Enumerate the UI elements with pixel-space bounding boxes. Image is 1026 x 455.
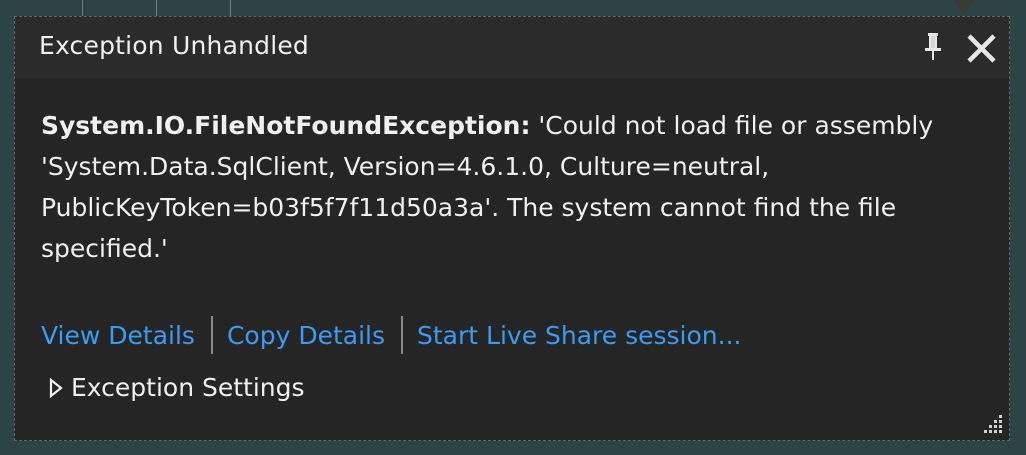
view-details-link[interactable]: View Details [41, 321, 195, 350]
popup-title: Exception Unhandled [39, 31, 309, 60]
pin-button[interactable] [921, 31, 945, 63]
start-live-share-link[interactable]: Start Live Share session... [417, 321, 742, 350]
resize-grip-icon[interactable] [983, 414, 1003, 434]
link-separator [210, 316, 213, 354]
exception-settings-toggle[interactable]: Exception Settings [47, 373, 305, 402]
editor-guide-line [82, 0, 83, 16]
triangle-right-icon [49, 377, 63, 398]
exception-type: System.IO.FileNotFoundException: [41, 111, 531, 140]
close-icon [967, 34, 996, 63]
editor-guide-line [230, 0, 231, 16]
popup-pointer [952, 0, 976, 14]
exception-settings-label: Exception Settings [71, 373, 305, 402]
action-links: View Details Copy Details Start Live Sha… [41, 315, 742, 355]
link-separator [401, 316, 403, 354]
popup-titlebar: Exception Unhandled [15, 17, 1009, 78]
pin-icon [925, 33, 941, 60]
editor-guide-line [156, 0, 157, 16]
exception-popup: Exception Unhandled System.IO.FileNotFou… [14, 16, 1010, 441]
close-button[interactable] [965, 31, 999, 65]
exception-message: System.IO.FileNotFoundException: 'Could … [41, 105, 981, 269]
copy-details-link[interactable]: Copy Details [227, 321, 385, 350]
